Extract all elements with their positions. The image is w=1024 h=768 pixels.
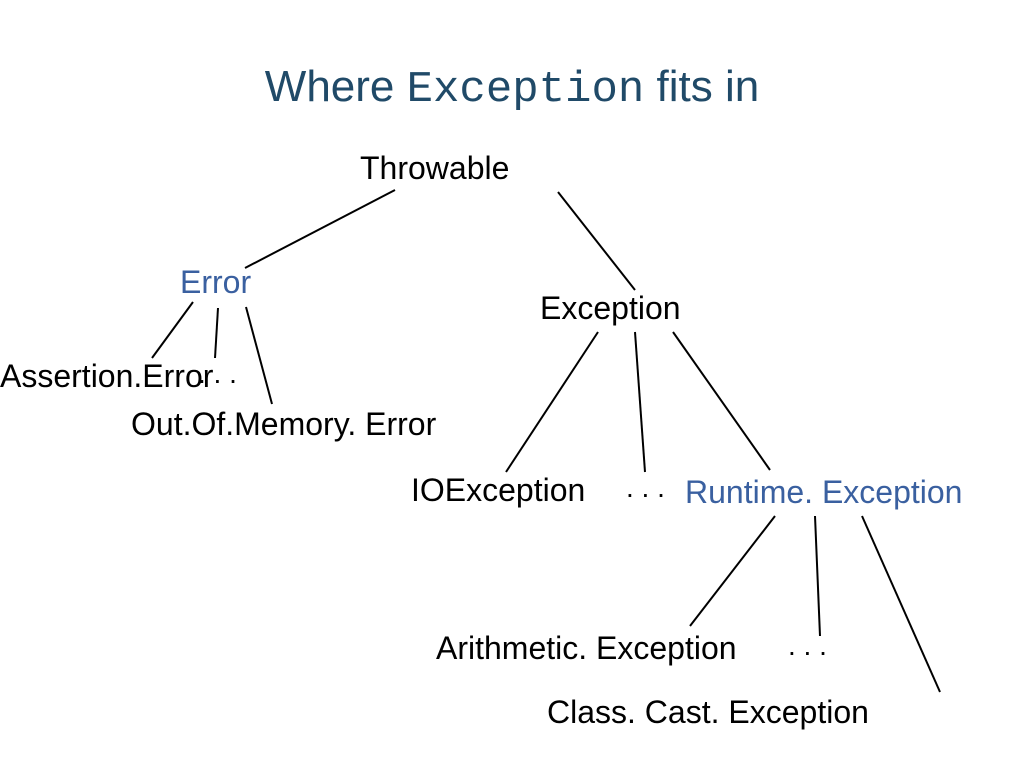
node-exception-ellipsis: . . . (626, 472, 665, 504)
node-exception: Exception (540, 290, 681, 327)
node-error: Error (180, 264, 251, 301)
node-classcast-exception: Class. Cast. Exception (547, 694, 869, 731)
node-assertion-error: Assertion.Error (0, 358, 213, 395)
node-runtime-exception: Runtime. Exception (685, 474, 962, 511)
node-ioexception: IOException (411, 472, 585, 509)
node-throwable: Throwable (360, 150, 509, 187)
node-outofmemory-error: Out.Of.Memory. Error (131, 406, 436, 443)
node-error-ellipsis: . . . (198, 358, 237, 390)
node-runtime-ellipsis: . . . (788, 630, 827, 662)
node-arithmetic-exception: Arithmetic. Exception (436, 630, 737, 667)
